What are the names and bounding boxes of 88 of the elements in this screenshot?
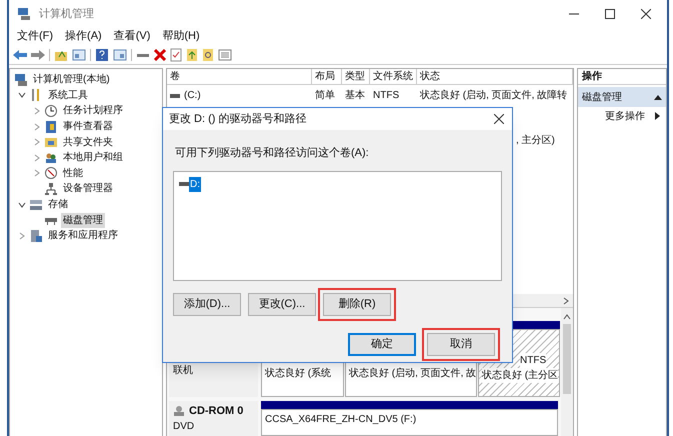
- drive-path-list[interactable]: D:: [173, 170, 502, 280]
- tree-item[interactable]: 本地用户和组: [61, 150, 125, 166]
- dialog-button[interactable]: 删除(R): [323, 292, 391, 316]
- table-cell-text: 简单: [315, 88, 335, 103]
- close-icon[interactable]: [494, 114, 504, 124]
- delete-icon[interactable]: [154, 48, 166, 60]
- maximize-icon[interactable]: [605, 9, 615, 19]
- folder-icon: [44, 135, 58, 150]
- table-cell-text: , 主分区): [516, 134, 555, 148]
- actions-section[interactable]: 磁盘管理: [578, 87, 666, 107]
- partition-status: 状态良好 (启动, 页面文件, 故: [349, 366, 476, 381]
- vertical-scrollbar[interactable]: [561, 308, 573, 436]
- tree-item[interactable]: 性能: [61, 166, 85, 181]
- submenu-arrow-icon: [655, 112, 660, 120]
- partition-filesystem: NTFS: [520, 353, 546, 368]
- table-cell-text: 基本: [345, 88, 365, 103]
- gauge-icon: [44, 166, 58, 180]
- menu-item[interactable]: 查看(V): [114, 28, 150, 45]
- search-icon[interactable]: [202, 48, 214, 62]
- drive-icon: [170, 92, 180, 98]
- services-icon: [29, 228, 43, 243]
- tree-item[interactable]: 系统工具: [46, 88, 90, 103]
- collapse-arrow-icon[interactable]: [654, 94, 662, 100]
- tree-item[interactable]: 磁盘管理: [61, 212, 105, 228]
- panel-icon[interactable]: [72, 48, 86, 62]
- list-item[interactable]: D:: [189, 176, 201, 192]
- action-label: 更多操作: [605, 110, 645, 124]
- table-cell-text: NTFS: [373, 89, 400, 103]
- users-icon: [44, 150, 58, 165]
- chevron-right-icon[interactable]: [33, 106, 41, 115]
- forward-arrow-icon[interactable]: [31, 48, 45, 60]
- chevron-down-icon[interactable]: [18, 200, 26, 209]
- chevron-right-icon[interactable]: [33, 122, 41, 131]
- partition-status: CCSA_X64FRE_ZH-CN_DV5 (F:): [265, 412, 416, 427]
- checklist-icon[interactable]: [170, 48, 182, 62]
- menu-item[interactable]: 操作(A): [65, 28, 102, 45]
- dialog-button[interactable]: 更改(C)...: [248, 292, 316, 316]
- table-cell-text: 状态良好 (启动, 页面文件, 故障转: [420, 88, 568, 103]
- menu-item[interactable]: 帮助(H): [162, 28, 200, 45]
- dialog-button[interactable]: 取消: [427, 332, 495, 356]
- actions-section-label: 磁盘管理: [582, 90, 622, 104]
- cd-drive-icon: [173, 405, 185, 418]
- folder-up-icon[interactable]: [186, 48, 198, 62]
- panel-icon[interactable]: [113, 48, 127, 62]
- disk-status: 联机: [173, 364, 194, 378]
- tree-item[interactable]: 共享文件夹: [61, 134, 115, 150]
- dialog-button[interactable]: 确定: [348, 332, 416, 356]
- device-icon: [44, 182, 58, 196]
- tree-item[interactable]: 任务计划程序: [61, 103, 125, 118]
- drive-icon: [179, 181, 189, 187]
- tree-item[interactable]: 设备管理器: [61, 181, 115, 196]
- tree-item[interactable]: 事件查看器: [61, 119, 115, 134]
- chevron-up-icon[interactable]: [563, 314, 571, 320]
- computer-icon: [17, 7, 31, 21]
- column-header[interactable]: 类型: [342, 69, 370, 84]
- computer-icon: [14, 72, 28, 87]
- disk-type: DVD: [173, 420, 196, 434]
- table-cell-text: (C:): [184, 89, 201, 103]
- chevron-right-icon[interactable]: [18, 232, 26, 240]
- dialog-button[interactable]: 添加(D)...: [173, 292, 241, 316]
- column-header[interactable]: 卷: [167, 69, 312, 84]
- close-icon[interactable]: [641, 9, 651, 19]
- chevron-down-icon[interactable]: [18, 91, 26, 100]
- column-header[interactable]: 布局: [312, 69, 342, 84]
- column-header[interactable]: 文件系统: [370, 69, 417, 84]
- chevron-right-icon[interactable]: [563, 296, 569, 304]
- action-item[interactable]: 更多操作: [578, 107, 666, 125]
- back-arrow-icon[interactable]: [13, 48, 27, 60]
- dialog-title: 更改 D: () 的驱动器号和路径: [169, 112, 306, 127]
- dialog-prompt: 可用下列驱动器号和路径访问这个卷(A):: [175, 146, 369, 161]
- list-icon[interactable]: [218, 48, 232, 60]
- partition-status: 状态良好 (系统: [265, 366, 332, 381]
- tree-item[interactable]: 计算机管理(本地): [31, 72, 112, 88]
- menu-item[interactable]: 文件(F): [17, 28, 54, 45]
- help-icon[interactable]: [95, 48, 109, 62]
- tree-item[interactable]: 服务和应用程序: [46, 228, 120, 244]
- window-title: 计算机管理: [39, 6, 94, 22]
- log-icon: [44, 120, 58, 134]
- chevron-right-icon[interactable]: [33, 169, 41, 178]
- chevron-right-icon[interactable]: [33, 154, 41, 162]
- chevron-right-icon[interactable]: [33, 138, 41, 146]
- partition-status: 状态良好 (主分区: [482, 368, 558, 383]
- storage-icon: [29, 198, 43, 212]
- clock-icon: [44, 104, 58, 118]
- actions-title: 操作: [578, 69, 666, 85]
- column-header[interactable]: 状态: [417, 69, 573, 84]
- disk-name: CD-ROM 0: [189, 404, 244, 419]
- tree-item[interactable]: 存储: [46, 197, 70, 212]
